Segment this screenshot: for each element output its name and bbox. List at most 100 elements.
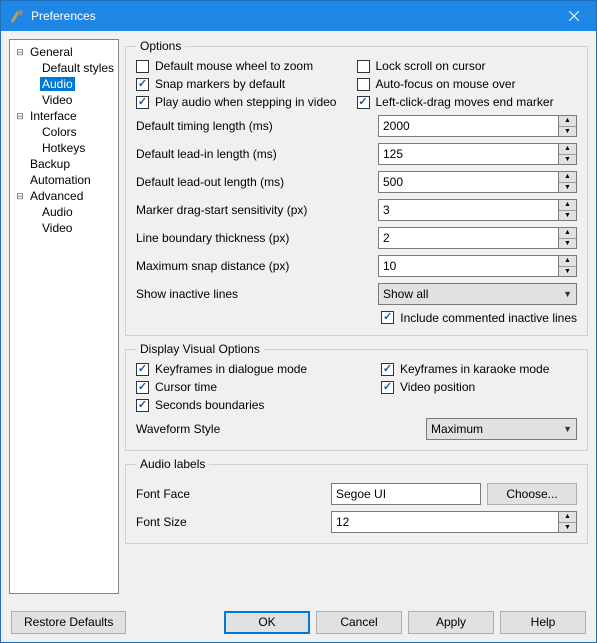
- category-tree: ⊟ General Default styles Audio Video ⊟ I…: [9, 39, 119, 594]
- lbl-show-inactive: Show inactive lines: [136, 287, 378, 301]
- dialog-button-bar: Restore Defaults OK Cancel Apply Help: [1, 602, 596, 642]
- chk-auto-focus[interactable]: [357, 78, 370, 91]
- spin-max-snap[interactable]: ▲▼: [559, 255, 577, 277]
- lbl-cursor-time: Cursor time: [155, 380, 217, 394]
- input-font-size[interactable]: [331, 511, 559, 533]
- lbl-keyframes-karaoke: Keyframes in karaoke mode: [400, 362, 549, 376]
- chevron-up-icon[interactable]: ▲: [559, 228, 576, 239]
- tree-audio[interactable]: Audio: [40, 77, 75, 91]
- chevron-down-icon[interactable]: ▼: [559, 127, 576, 137]
- tree-video[interactable]: Video: [40, 93, 74, 107]
- lbl-lock-scroll: Lock scroll on cursor: [376, 59, 486, 73]
- chevron-up-icon[interactable]: ▲: [559, 172, 576, 183]
- window-title: Preferences: [31, 9, 551, 23]
- dropdown-value: Show all: [383, 287, 563, 301]
- lbl-include-commented: Include commented inactive lines: [400, 311, 577, 325]
- chk-video-position[interactable]: [381, 381, 394, 394]
- chevron-up-icon[interactable]: ▲: [559, 512, 576, 523]
- tree-advanced[interactable]: Advanced: [28, 189, 85, 203]
- chevron-up-icon[interactable]: ▲: [559, 116, 576, 127]
- lbl-left-click-drag: Left-click-drag moves end marker: [376, 95, 554, 109]
- lbl-seconds-boundaries: Seconds boundaries: [155, 398, 264, 412]
- input-max-snap[interactable]: [378, 255, 559, 277]
- chevron-up-icon[interactable]: ▲: [559, 256, 576, 267]
- input-lead-in[interactable]: [378, 143, 559, 165]
- tree-hotkeys[interactable]: Hotkeys: [40, 141, 87, 155]
- options-legend: Options: [136, 39, 185, 53]
- spin-font-size[interactable]: ▲▼: [559, 511, 577, 533]
- choose-font-button[interactable]: Choose...: [487, 483, 577, 505]
- chevron-down-icon[interactable]: ▼: [559, 211, 576, 221]
- lbl-snap-markers: Snap markers by default: [155, 77, 285, 91]
- dropdown-waveform-style[interactable]: Maximum ▼: [426, 418, 577, 440]
- display-group: Display Visual Options Keyframes in dial…: [125, 342, 588, 451]
- close-button[interactable]: [551, 1, 596, 31]
- tree-adv-audio[interactable]: Audio: [40, 205, 75, 219]
- tree-automation[interactable]: Automation: [28, 173, 93, 187]
- chk-play-audio-step[interactable]: [136, 96, 149, 109]
- ok-button[interactable]: OK: [224, 611, 310, 634]
- lbl-waveform-style: Waveform Style: [136, 422, 426, 436]
- chevron-down-icon[interactable]: ▼: [559, 239, 576, 249]
- chk-cursor-time[interactable]: [136, 381, 149, 394]
- chevron-down-icon[interactable]: ▼: [559, 183, 576, 193]
- lbl-lead-in: Default lead-in length (ms): [136, 147, 378, 161]
- tree-general[interactable]: General: [28, 45, 75, 59]
- chk-lock-scroll[interactable]: [357, 60, 370, 73]
- audels-legend: Audio labels: [136, 457, 209, 471]
- spin-line-boundary[interactable]: ▲▼: [559, 227, 577, 249]
- input-lead-out[interactable]: [378, 171, 559, 193]
- input-font-face[interactable]: [331, 483, 481, 505]
- chevron-down-icon[interactable]: ▼: [559, 523, 576, 533]
- tree-toggle[interactable]: ⊟: [14, 190, 26, 202]
- chk-seconds-boundaries[interactable]: [136, 399, 149, 412]
- chevron-down-icon: ▼: [563, 424, 572, 434]
- chevron-down-icon: ▼: [563, 289, 572, 299]
- chk-keyframes-dialogue[interactable]: [136, 363, 149, 376]
- input-timing-length[interactable]: [378, 115, 559, 137]
- spin-timing-length[interactable]: ▲▼: [559, 115, 577, 137]
- lbl-lead-out: Default lead-out length (ms): [136, 175, 378, 189]
- spin-lead-out[interactable]: ▲▼: [559, 171, 577, 193]
- apply-button[interactable]: Apply: [408, 611, 494, 634]
- chk-mouse-wheel-zoom[interactable]: [136, 60, 149, 73]
- lbl-max-snap: Maximum snap distance (px): [136, 259, 378, 273]
- tree-backup[interactable]: Backup: [28, 157, 72, 171]
- cancel-button[interactable]: Cancel: [316, 611, 402, 634]
- spin-lead-in[interactable]: ▲▼: [559, 143, 577, 165]
- options-group: Options Default mouse wheel to zoom Lock…: [125, 39, 588, 336]
- lbl-marker-drag: Marker drag-start sensitivity (px): [136, 203, 378, 217]
- input-line-boundary[interactable]: [378, 227, 559, 249]
- settings-panel: Options Default mouse wheel to zoom Lock…: [125, 39, 588, 594]
- app-icon: [9, 8, 25, 24]
- chk-left-click-drag[interactable]: [357, 96, 370, 109]
- restore-defaults-button[interactable]: Restore Defaults: [11, 611, 126, 634]
- dropdown-show-inactive[interactable]: Show all ▼: [378, 283, 577, 305]
- chk-include-commented[interactable]: [381, 311, 394, 324]
- chk-keyframes-karaoke[interactable]: [381, 363, 394, 376]
- lbl-mouse-wheel-zoom: Default mouse wheel to zoom: [155, 59, 313, 73]
- chevron-down-icon[interactable]: ▼: [559, 155, 576, 165]
- lbl-font-size: Font Size: [136, 515, 331, 529]
- spin-marker-drag[interactable]: ▲▼: [559, 199, 577, 221]
- chk-snap-markers[interactable]: [136, 78, 149, 91]
- lbl-video-position: Video position: [400, 380, 475, 394]
- lbl-play-audio-step: Play audio when stepping in video: [155, 95, 336, 109]
- input-marker-drag[interactable]: [378, 199, 559, 221]
- chevron-down-icon[interactable]: ▼: [559, 267, 576, 277]
- tree-toggle[interactable]: ⊟: [14, 110, 26, 122]
- dropdown-value: Maximum: [431, 422, 563, 436]
- tree-toggle[interactable]: ⊟: [14, 46, 26, 58]
- titlebar: Preferences: [1, 1, 596, 31]
- tree-adv-video[interactable]: Video: [40, 221, 74, 235]
- lbl-keyframes-dialogue: Keyframes in dialogue mode: [155, 362, 307, 376]
- tree-default-styles[interactable]: Default styles: [40, 61, 116, 75]
- lbl-line-boundary: Line boundary thickness (px): [136, 231, 378, 245]
- help-button[interactable]: Help: [500, 611, 586, 634]
- tree-interface[interactable]: Interface: [28, 109, 79, 123]
- chevron-up-icon[interactable]: ▲: [559, 144, 576, 155]
- tree-colors[interactable]: Colors: [40, 125, 79, 139]
- display-legend: Display Visual Options: [136, 342, 264, 356]
- preferences-window: Preferences ⊟ General Default styles Aud…: [0, 0, 597, 643]
- chevron-up-icon[interactable]: ▲: [559, 200, 576, 211]
